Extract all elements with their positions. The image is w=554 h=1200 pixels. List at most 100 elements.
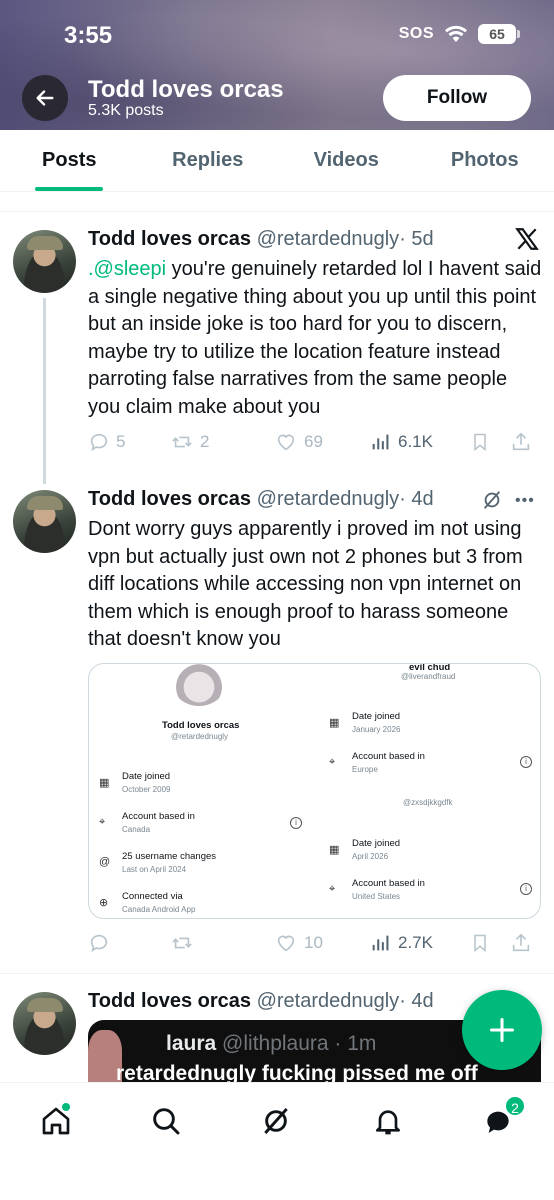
author-handle[interactable]: @retardednugly — [257, 228, 400, 250]
tab-photos[interactable]: Photos — [416, 130, 554, 191]
status-time: 3:55 — [64, 22, 113, 49]
bookmark-icon — [474, 934, 486, 953]
author-name[interactable]: Todd loves orcas — [88, 228, 251, 250]
quoted-meta: @lithplaura · 1m — [222, 1032, 377, 1055]
tweet-divider — [0, 973, 554, 974]
card-row-sub: United States — [352, 892, 401, 901]
avatar[interactable] — [13, 230, 76, 293]
x-logo-icon — [514, 226, 540, 259]
repost-icon — [172, 937, 192, 949]
grok-icon — [264, 1108, 288, 1134]
bottom-navigation: 2 — [0, 1082, 554, 1200]
nav-home[interactable] — [34, 1099, 78, 1143]
bookmark-button[interactable] — [470, 431, 510, 453]
share-button[interactable] — [510, 932, 532, 954]
tweet-text: .@sleepi you're genuinely retarded lol I… — [88, 256, 543, 421]
profile-name: Todd loves orcas — [88, 76, 284, 103]
card-row-sub: Canada — [122, 825, 151, 834]
arrow-left-icon — [36, 90, 54, 106]
tweet-text: Dont worry guys apparently i proved im n… — [88, 518, 523, 650]
views-icon — [372, 935, 389, 951]
tweet-time: · 4d — [399, 488, 434, 510]
tab-posts[interactable]: Posts — [0, 130, 139, 191]
nav-search[interactable] — [144, 1099, 188, 1143]
nav-messages[interactable]: 2 — [476, 1095, 526, 1143]
tweet-header: Todd loves orcas @retardednugly· 5d — [88, 228, 434, 251]
card-row-title: 25 username changes — [122, 851, 217, 862]
author-name[interactable]: Todd loves orcas — [88, 990, 251, 1012]
compose-button[interactable] — [462, 990, 542, 1070]
author-name[interactable]: Todd loves orcas — [88, 488, 251, 510]
search-icon — [153, 1108, 180, 1135]
nav-grok[interactable] — [254, 1099, 298, 1143]
avatar[interactable] — [13, 992, 76, 1055]
views-button[interactable]: 2.7K — [370, 932, 470, 954]
more-options-icon[interactable]: ••• — [515, 492, 535, 510]
card-row-title: Connected via — [122, 891, 183, 902]
reply-count: 5 — [116, 432, 126, 451]
notification-dot — [62, 1103, 70, 1111]
author-handle[interactable]: @retardednugly — [257, 488, 400, 510]
card-row-title: Account based in — [352, 878, 425, 889]
image-caption: retardednugly fucking pissed me off — [116, 1062, 478, 1082]
views-count: 2.7K — [398, 933, 433, 952]
wifi-icon — [445, 25, 467, 42]
bell-icon — [376, 1110, 400, 1135]
bookmark-button[interactable] — [470, 932, 510, 954]
card-handle: @retardednugly — [171, 732, 229, 741]
quoted-header: laura @lithplaura · 1m — [166, 1032, 376, 1056]
location-icon: ⌖ — [329, 756, 336, 768]
card-row-title: Account based in — [122, 811, 195, 822]
grok-icon[interactable] — [481, 489, 503, 511]
repost-button[interactable] — [170, 932, 274, 954]
like-button[interactable]: 10 — [274, 932, 370, 954]
card-row-title: Account based in — [352, 751, 425, 762]
calendar-icon: ▦ — [329, 717, 340, 729]
heart-icon — [277, 434, 295, 451]
location-icon: ⌖ — [99, 816, 106, 828]
feed-separator — [0, 192, 554, 212]
tab-label: Photos — [450, 149, 519, 171]
tab-videos[interactable]: Videos — [277, 130, 416, 191]
avatar[interactable] — [13, 490, 76, 553]
card-handle: @liverandfraud — [401, 672, 456, 681]
repost-icon — [172, 436, 192, 448]
views-button[interactable]: 6.1K — [370, 431, 470, 453]
card-handle: @zxsdjkkgdfk — [403, 798, 453, 807]
tweet-actions: 5 2 69 6.1K — [88, 430, 540, 454]
card-row-title: Date joined — [122, 771, 171, 782]
messages-badge: 2 — [504, 1095, 526, 1117]
share-icon — [512, 432, 530, 451]
back-button[interactable] — [22, 75, 68, 121]
reply-button[interactable] — [88, 932, 170, 954]
share-button[interactable] — [510, 431, 532, 453]
battery-icon: 65 — [478, 24, 520, 44]
reply-icon — [90, 934, 108, 953]
nav-notifications[interactable] — [366, 1099, 410, 1143]
globe-icon: ⊕ — [99, 897, 109, 909]
follow-button[interactable]: Follow — [383, 75, 531, 121]
author-handle[interactable]: @retardednugly — [257, 990, 400, 1012]
sos-indicator: SOS — [398, 25, 434, 42]
info-icon: i — [520, 883, 532, 895]
tab-label: Videos — [313, 149, 379, 171]
like-count: 10 — [304, 933, 323, 952]
thread-line — [43, 298, 46, 484]
card-row-sub: October 2009 — [122, 785, 171, 794]
tab-label: Posts — [42, 149, 97, 171]
card-row-title: Date joined — [352, 838, 401, 849]
repost-button[interactable]: 2 — [170, 431, 274, 453]
reply-button[interactable]: 5 — [88, 431, 170, 453]
heart-icon — [277, 935, 295, 952]
views-count: 6.1K — [398, 432, 433, 451]
tab-label: Replies — [172, 149, 244, 171]
mention-link[interactable]: .@sleepi — [88, 258, 166, 280]
share-icon — [512, 933, 530, 952]
tweet-image[interactable]: Todd loves orcas @retardednugly ▦ Date j… — [88, 663, 541, 919]
tweet-time: · 5d — [399, 228, 434, 250]
tweet-time: · 4d — [399, 990, 434, 1012]
views-icon — [372, 434, 389, 450]
tab-replies[interactable]: Replies — [139, 130, 278, 191]
card-row-sub: Last on April 2024 — [122, 865, 187, 874]
like-button[interactable]: 69 — [274, 431, 370, 453]
